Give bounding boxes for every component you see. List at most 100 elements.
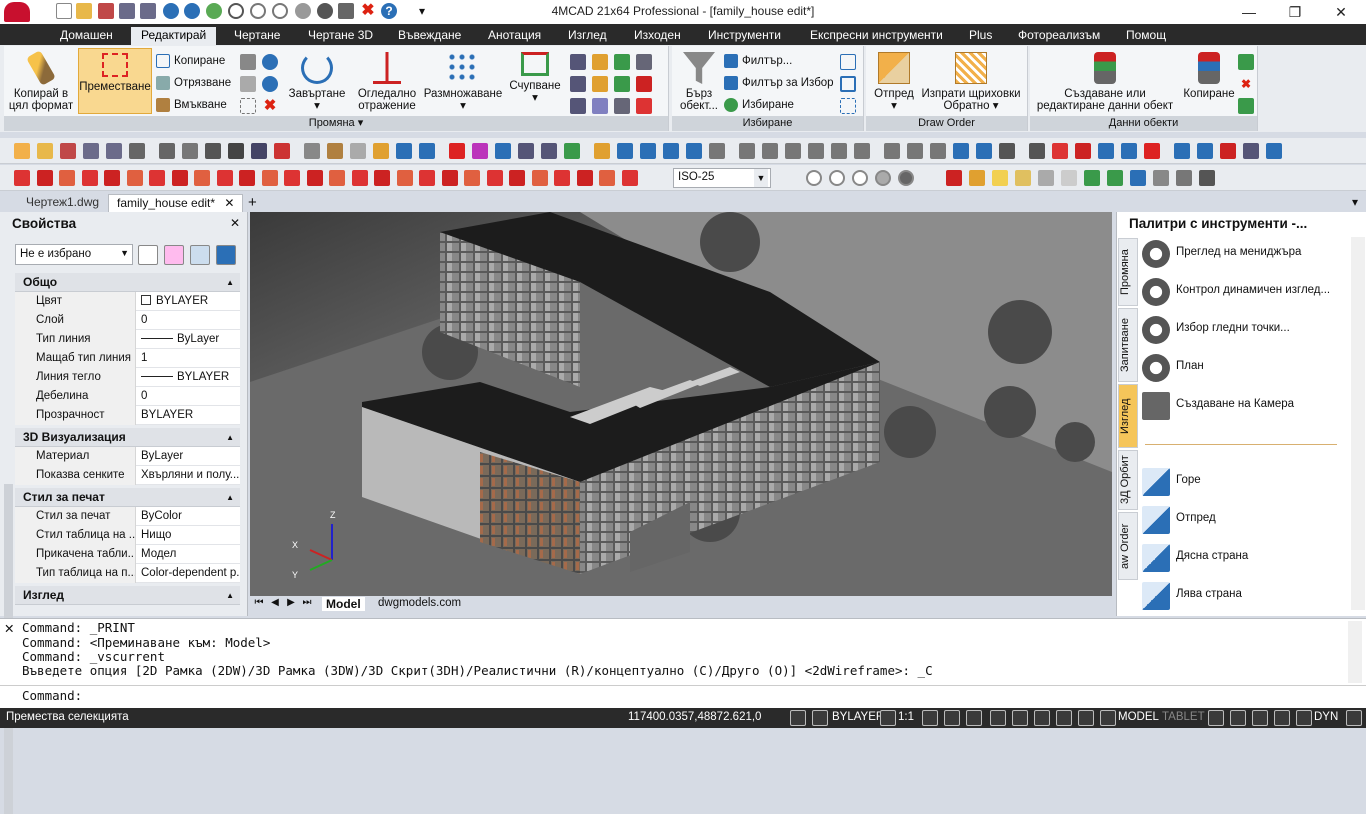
new-tab-icon[interactable]: + [240, 194, 265, 212]
command-close-icon[interactable]: ✕ [4, 621, 14, 636]
minimize-button[interactable]: — [1226, 0, 1272, 24]
toolbar-icon[interactable] [159, 143, 175, 159]
toolbar-icon[interactable] [1266, 143, 1282, 159]
toolbar-icon[interactable] [953, 143, 969, 159]
last-layout-icon[interactable]: ⏭ [300, 597, 314, 613]
property-section-header[interactable]: Стил за печат ▲ [15, 488, 240, 507]
toolbar-icon[interactable] [419, 143, 435, 159]
toolbar-icon[interactable] [129, 143, 145, 159]
status-toggle-icon[interactable] [1274, 710, 1290, 726]
toolbar-icon[interactable] [541, 143, 557, 159]
rotate-button[interactable]: Завъртане ▾ [286, 52, 348, 112]
toolbar-icon[interactable] [1197, 143, 1213, 159]
toolbar-icon[interactable] [1174, 143, 1190, 159]
collapse-icon[interactable]: ▲ [226, 586, 234, 605]
property-row[interactable]: Тип таблица на п... Color-dependent p... [15, 564, 240, 583]
toolbar-icon[interactable] [709, 143, 725, 159]
status-toggle-icon[interactable] [1296, 710, 1312, 726]
status-toggle-icon[interactable] [1252, 710, 1268, 726]
toolbar-icon[interactable] [907, 143, 923, 159]
toolbar-icon[interactable] [976, 143, 992, 159]
select-objects-icon[interactable] [164, 245, 184, 265]
modify-toolbar-icon[interactable] [351, 170, 368, 186]
edit-tool-7-icon[interactable] [614, 76, 630, 92]
model-toggle[interactable]: MODEL [1118, 711, 1159, 723]
toolbar-icon[interactable] [930, 143, 946, 159]
undo-icon[interactable] [262, 54, 278, 70]
toolbar-icon[interactable] [594, 143, 610, 159]
toolbar-icon[interactable] [14, 143, 30, 159]
toolbar-icon[interactable] [396, 143, 412, 159]
modify-toolbar-icon[interactable] [149, 170, 165, 186]
restore-button[interactable]: ❐ [1272, 0, 1318, 24]
property-value[interactable]: BYLAYER [137, 406, 240, 425]
paste-button[interactable]: Вмъкване [156, 96, 227, 114]
modify-toolbar-icon[interactable] [329, 170, 345, 186]
tab-draw-3d[interactable]: Чертане 3D [298, 27, 383, 45]
toolbar-icon[interactable] [274, 143, 290, 159]
send-hatch-back-button[interactable]: Изпрати щриховки Обратно ▾ [918, 52, 1024, 112]
tab-list-icon[interactable]: ▾ [1344, 194, 1366, 212]
palette-item[interactable]: Избор гледни точки... [1176, 322, 1290, 334]
toolbar-icon[interactable] [884, 143, 900, 159]
toolbar-icon[interactable] [663, 143, 679, 159]
property-row[interactable]: Материал ByLayer [15, 447, 240, 466]
property-value[interactable]: ByColor [137, 507, 240, 526]
property-row[interactable]: Дебелина 0 [15, 387, 240, 406]
prev-layout-icon[interactable]: ◀ [268, 597, 282, 613]
filter-props-icon[interactable] [216, 245, 236, 265]
tab-edit[interactable]: Редактирай [131, 27, 217, 45]
data-tool-2-icon[interactable]: ✖ [1238, 76, 1254, 92]
create-object-data-button[interactable]: Създаване или редактиране данни обект [1032, 52, 1178, 112]
edit-tool-11-icon[interactable] [614, 98, 630, 114]
palette-item[interactable]: Лява страна [1176, 588, 1242, 600]
modify-toolbar-icon[interactable] [126, 170, 143, 186]
status-toggle-icon[interactable] [1012, 710, 1028, 726]
modify-toolbar-icon[interactable] [171, 170, 188, 186]
palette-tab-3d-orbit[interactable]: 3Д Орбит [1118, 450, 1138, 510]
property-section-header[interactable]: 3D Визуализация ▲ [15, 428, 240, 447]
property-value[interactable]: ByLayer [137, 447, 240, 466]
property-row[interactable]: Стил таблица на ... Нищо [15, 526, 240, 545]
modify-toolbar-icon[interactable] [621, 170, 638, 186]
modify-toolbar-icon[interactable] [36, 170, 53, 186]
property-section-header[interactable]: Общо ▲ [15, 273, 240, 292]
select-tool-3-icon[interactable] [840, 98, 856, 114]
trim-button[interactable]: Отрязване [156, 74, 231, 92]
palette-tab-view[interactable]: Изглед [1118, 384, 1138, 448]
select-tool-1-icon[interactable] [840, 54, 856, 70]
toolbar-icon[interactable] [106, 143, 122, 159]
move-button[interactable]: Преместване [78, 48, 152, 114]
render-mode-icon[interactable] [806, 170, 822, 186]
render-mode-icon[interactable] [898, 170, 914, 186]
toolbar-icon[interactable] [617, 143, 633, 159]
tab-insert[interactable]: Въвеждане [388, 27, 471, 45]
status-toggle-icon[interactable] [1346, 710, 1362, 726]
modify-toolbar-icon[interactable] [509, 170, 525, 186]
group-modify-label[interactable]: Промяна ▾ [4, 116, 668, 131]
edit-tool-9-icon[interactable] [570, 98, 586, 114]
tab-annotate[interactable]: Анотация [478, 27, 551, 45]
toolbar-icon[interactable] [564, 143, 580, 159]
render-toolbar-icon[interactable] [1038, 170, 1054, 186]
data-tool-1-icon[interactable] [1238, 54, 1254, 70]
render-toolbar-icon[interactable] [1107, 170, 1123, 186]
property-row[interactable]: Цвят BYLAYER [15, 292, 240, 311]
toolbar-icon[interactable] [472, 143, 488, 159]
property-value[interactable]: ByLayer [137, 330, 240, 349]
render-toolbar-icon[interactable] [969, 170, 985, 186]
dyn-toggle[interactable]: DYN [1314, 711, 1338, 723]
toolbar-icon[interactable] [37, 143, 53, 159]
property-value[interactable]: BYLAYER [137, 368, 240, 387]
modify-toolbar-icon[interactable] [261, 170, 278, 186]
toolbar-icon[interactable] [785, 143, 801, 159]
tab-help[interactable]: Помощ [1116, 27, 1176, 45]
paste-clip-icon[interactable] [240, 76, 256, 92]
modify-toolbar-icon[interactable] [14, 170, 30, 186]
toolbar-icon[interactable] [327, 143, 343, 159]
properties-close-icon[interactable]: ✕ [230, 216, 240, 230]
modify-toolbar-icon[interactable] [396, 170, 413, 186]
property-value[interactable]: BYLAYER [137, 292, 240, 311]
property-row[interactable]: Прозрачност BYLAYER [15, 406, 240, 425]
palette-item[interactable]: Преглед на мениджъра [1176, 246, 1301, 258]
